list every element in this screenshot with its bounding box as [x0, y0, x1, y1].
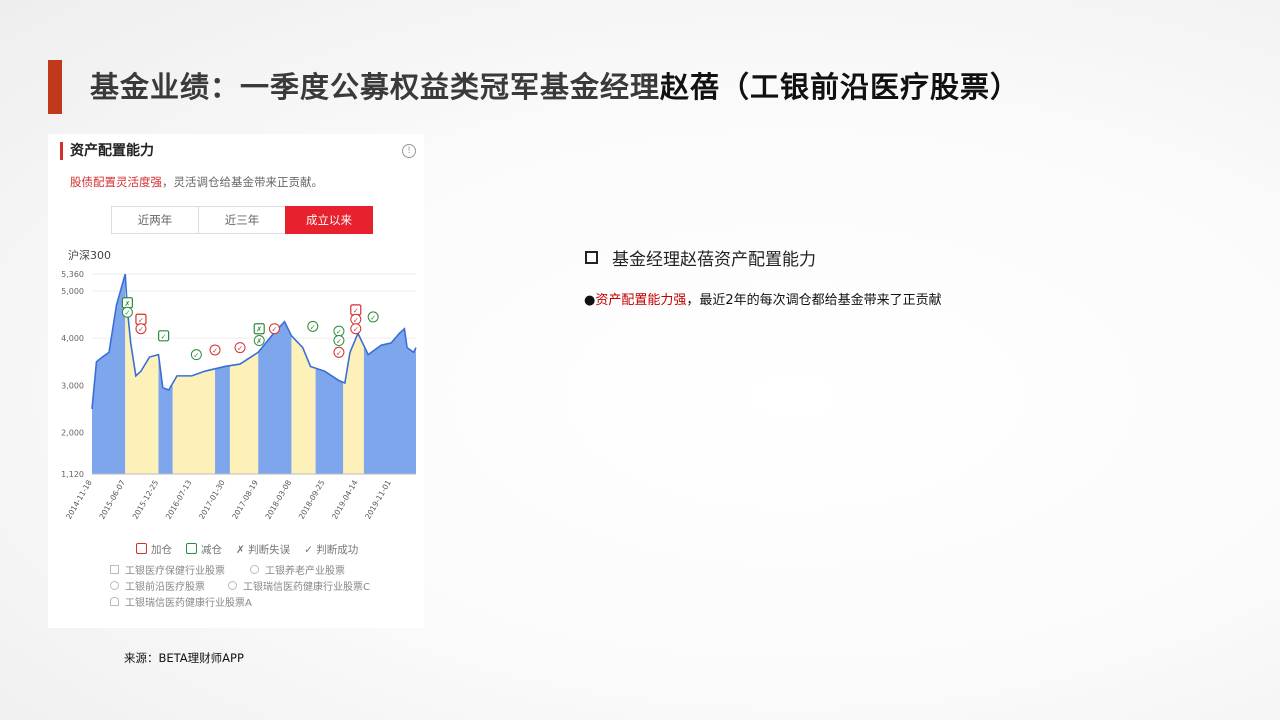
svg-text:✓: ✓ [336, 328, 342, 336]
chart-series-label: 沪深300 [68, 249, 111, 262]
adjust-marker-add-right: ✓ [209, 344, 221, 356]
adjust-marker-add-right: ✓ [350, 323, 362, 335]
x-tick-label: 2015-06-07 [97, 478, 127, 520]
fund-legend: 工银医疗保健行业股票 工银养老产业股票 工银前沿医疗股票 工银瑞信医药健康行业股票C… [110, 564, 370, 612]
tab-since-inception[interactable]: 成立以来 [285, 206, 373, 234]
adjust-marker-reduce-wrong: ✗ [253, 335, 265, 347]
svg-text:✓: ✓ [138, 326, 144, 334]
adjust-marker-add-right: ✓ [234, 342, 246, 354]
adjust-marker-add-right: ✓ [135, 313, 147, 325]
info-icon[interactable]: ! [402, 144, 416, 158]
x-tick-label: 2018-03-08 [264, 478, 294, 520]
legend-fund-4[interactable]: 工银瑞信医药健康行业股票C [228, 580, 370, 596]
adjust-marker-add-right: ✓ [333, 346, 345, 358]
svg-text:✓: ✓ [161, 333, 167, 341]
allocation-band-blue [258, 321, 292, 474]
allocation-band-blue [92, 274, 126, 474]
allocation-band-blue [363, 328, 416, 474]
svg-text:✓: ✓ [124, 309, 130, 317]
legend-fund-3[interactable]: 工银前沿医疗股票 [110, 580, 228, 596]
right-heading: 基金经理赵蓓资产配置能力 [585, 245, 816, 270]
y-tick-label: 5,000 [61, 287, 84, 296]
asset-allocation-panel: 资产配置能力 ! 股债配置灵活度强，灵活调仓给基金带来正贡献。 近两年 近三年 … [48, 134, 424, 628]
x-tick-label: 2018-09-25 [297, 478, 327, 520]
svg-text:✗: ✗ [256, 326, 262, 334]
adjust-marker-add-right: ✓ [135, 323, 147, 335]
svg-text:✓: ✓ [353, 326, 359, 334]
adjust-marker-reduce-right: ✓ [367, 311, 379, 323]
allocation-band-blue [215, 365, 230, 474]
svg-text:✓: ✓ [370, 314, 376, 322]
panel-subtitle: 股债配置灵活度强，灵活调仓给基金带来正贡献。 [70, 175, 323, 189]
svg-text:✓: ✓ [353, 316, 359, 324]
svg-text:✓: ✓ [336, 338, 342, 346]
legend-fund-5[interactable]: 工银瑞信医药健康行业股票A [110, 596, 252, 612]
allocation-band-yellow [229, 352, 259, 474]
svg-text:✓: ✓ [193, 352, 199, 360]
y-tick-label: 5,360 [61, 270, 84, 279]
svg-text:✓: ✓ [310, 323, 316, 331]
adjust-marker-add-right: ✓ [350, 304, 362, 316]
svg-text:✓: ✓ [271, 326, 277, 334]
hs300-chart: 1,120 2,000 3,000 4,000 5,000 5,360 2014-11-18… [61, 270, 417, 521]
x-tick-label: 2019-11-01 [363, 478, 393, 520]
legend-fund-1[interactable]: 工银医疗保健行业股票 [110, 564, 250, 580]
checkbox-bullet-icon [585, 251, 598, 264]
adjust-marker-reduce-right: ✓ [121, 306, 133, 318]
adjust-marker-reduce-right: ✓ [333, 325, 345, 337]
svg-text:✗: ✗ [124, 300, 130, 308]
y-tick-label: 3,000 [61, 381, 84, 390]
x-tick-label: 2014-11-18 [64, 478, 94, 520]
page-title: 基金业绩：一季度公募权益类冠军基金经理赵蓓（工银前沿医疗股票） [90, 70, 1021, 104]
svg-text:✓: ✓ [212, 347, 218, 355]
x-tick-label: 2019-04-14 [330, 478, 360, 520]
tab-two-years[interactable]: 近两年 [111, 206, 199, 234]
y-tick-label: 4,000 [61, 334, 84, 343]
x-tick-label: 2017-01-30 [197, 478, 227, 520]
title-accent-bar [48, 60, 62, 114]
legend-reduce[interactable]: 减仓 [186, 542, 222, 557]
svg-text:✓: ✓ [336, 349, 342, 357]
tab-three-years[interactable]: 近三年 [198, 206, 286, 234]
action-legend: 加仓 减仓 ✗ 判断失误 ✓ 判断成功 [136, 542, 358, 557]
source-note: 来源：BETA理财师APP [124, 651, 244, 665]
panel-title: 资产配置能力 [60, 142, 154, 160]
adjust-marker-reduce-right: ✓ [158, 330, 170, 342]
adjust-marker-add-right: ✓ [350, 313, 362, 325]
svg-text:✓: ✓ [353, 307, 359, 315]
period-tabs: 近两年 近三年 成立以来 [111, 206, 373, 234]
adjust-marker-reduce-wrong: ✗ [121, 297, 133, 309]
x-tick-label: 2017-08-19 [230, 478, 260, 520]
allocation-band-yellow [291, 335, 316, 474]
adjust-marker-reduce-right: ✓ [307, 320, 319, 332]
adjust-marker-reduce-wrong: ✗ [253, 323, 265, 335]
adjust-marker-reduce-right: ✓ [333, 335, 345, 347]
right-bullet-line: ●资产配置能力强，最近2年的每次调仓都给基金带来了正贡献 [584, 293, 942, 308]
x-tick-label: 2016-07-13 [164, 478, 194, 520]
legend-fund-2[interactable]: 工银养老产业股票 [250, 564, 345, 580]
legend-add[interactable]: 加仓 [136, 542, 172, 557]
adjust-marker-reduce-right: ✓ [190, 349, 202, 361]
adjust-marker-add-right: ✓ [268, 323, 280, 335]
allocation-band-yellow [172, 368, 216, 474]
allocation-band-blue [315, 368, 344, 474]
svg-text:✓: ✓ [138, 316, 144, 324]
legend-right[interactable]: ✓ 判断成功 [304, 542, 358, 557]
legend-wrong[interactable]: ✗ 判断失误 [236, 542, 290, 557]
svg-text:✓: ✓ [237, 345, 243, 353]
y-tick-label: 1,120 [61, 470, 84, 479]
y-tick-label: 2,000 [61, 428, 84, 437]
allocation-band-yellow [343, 333, 364, 474]
svg-text:✗: ✗ [256, 338, 262, 346]
x-tick-label: 2015-12-25 [131, 478, 161, 520]
